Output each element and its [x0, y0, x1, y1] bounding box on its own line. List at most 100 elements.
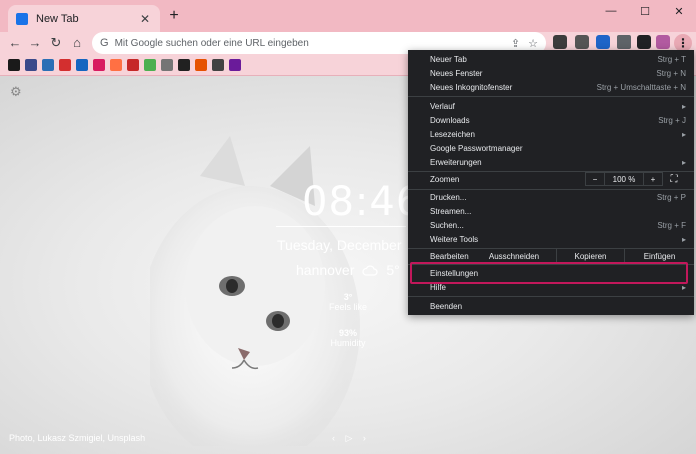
tab-title: New Tab — [36, 12, 79, 25]
bm-14-icon[interactable] — [229, 58, 241, 71]
menu-item-verlauf[interactable]: Verlauf ▸ — [408, 100, 694, 112]
extension-2-icon[interactable] — [575, 35, 589, 49]
menu-shortcut: Strg + F — [657, 220, 686, 230]
menu-edit-row: Bearbeiten Ausschneiden Kopieren Einfüge… — [408, 249, 694, 263]
menu-item-downloads[interactable]: Downloads Strg + J — [408, 114, 694, 126]
menu-item-streamen[interactable]: Streamen... — [408, 205, 694, 217]
menu-shortcut: Strg + N — [656, 68, 686, 78]
bm-9-icon[interactable] — [144, 58, 156, 71]
side-panel-icon[interactable] — [637, 35, 651, 49]
menu-shortcut: Strg + P — [656, 192, 686, 202]
cut-button[interactable]: Ausschneiden — [472, 249, 556, 263]
menu-item-neuer-tab[interactable]: Neuer Tab Strg + T — [408, 53, 694, 65]
window-controls: — ☐ ✕ — [594, 0, 696, 22]
menu-label: Downloads — [430, 115, 470, 125]
menu-item-lesezeichen[interactable]: Lesezeichen ▸ — [408, 128, 694, 140]
humidity-label: Humidity — [330, 338, 366, 348]
close-window-button[interactable]: ✕ — [662, 0, 696, 22]
back-button[interactable]: ← — [6, 34, 24, 52]
bm-13-icon[interactable] — [212, 58, 224, 71]
menu-label: Suchen... — [430, 220, 464, 230]
new-tab-favicon-icon — [16, 12, 28, 25]
menu-item-beenden[interactable]: Beenden — [408, 300, 694, 312]
bookmark-star-icon[interactable]: ☆ — [528, 37, 538, 50]
feels-like-value: 3° — [343, 292, 353, 302]
menu-item-weitere-tools[interactable]: Weitere Tools ▸ — [408, 233, 694, 245]
share-icon[interactable]: ⇪ — [511, 37, 520, 50]
zoom-controls: − 100 % + ⛶ — [585, 172, 685, 186]
edit-label: Bearbeiten — [430, 251, 469, 261]
menu-label: Neues Fenster — [430, 68, 483, 78]
menu-shortcut: Strg + T — [657, 54, 686, 64]
google-g-icon: G — [100, 37, 109, 49]
tab-close-icon[interactable]: ✕ — [138, 12, 152, 26]
menu-label: Neuer Tab — [430, 54, 467, 64]
feels-like-stat: 3° Feels like — [318, 292, 378, 312]
bm-4-icon[interactable] — [59, 58, 71, 71]
bm-6-icon[interactable] — [93, 58, 105, 71]
menu-label: Google Passwortmanager — [430, 143, 523, 153]
bm-12-icon[interactable] — [195, 58, 207, 71]
zoom-out-button[interactable]: − — [585, 172, 605, 186]
extensions-puzzle-icon[interactable] — [617, 35, 631, 49]
menu-label: Streamen... — [430, 206, 472, 216]
photo-nav-controls[interactable]: ‹ ▷ › — [332, 433, 370, 444]
bm-10-icon[interactable] — [161, 58, 173, 71]
humidity-stat: 93% Humidity — [318, 328, 378, 348]
settings-highlight-box — [410, 262, 688, 284]
menu-separator — [408, 296, 694, 297]
new-tab-button[interactable]: + — [165, 7, 183, 25]
submenu-arrow-icon: ▸ — [681, 234, 686, 244]
date-label: Tuesday, December — [277, 237, 402, 253]
submenu-arrow-icon: ▸ — [681, 101, 686, 111]
tab-strip: New Tab ✕ + — ☐ ✕ — [0, 0, 696, 32]
bm-8-icon[interactable] — [127, 58, 139, 71]
bm-7-icon[interactable] — [110, 58, 122, 71]
cat-photo — [150, 136, 360, 446]
menu-item-erweiterungen[interactable]: Erweiterungen ▸ — [408, 156, 694, 168]
menu-item-inkognito[interactable]: Neues Inkognitofenster Strg + Umschaltta… — [408, 81, 694, 93]
menu-item-suchen[interactable]: Suchen... Strg + F — [408, 219, 694, 231]
menu-label: Drucken... — [430, 192, 467, 202]
bm-2-icon[interactable] — [25, 58, 37, 71]
zoom-in-button[interactable]: + — [643, 172, 663, 186]
humidity-value: 93% — [338, 328, 357, 338]
menu-label: Verlauf — [430, 101, 455, 111]
menu-item-passwortmanager[interactable]: Google Passwortmanager — [408, 142, 694, 154]
menu-item-drucken[interactable]: Drucken... Strg + P — [408, 191, 694, 203]
menu-label: Weitere Tools — [430, 234, 479, 244]
cloud-icon — [362, 265, 378, 276]
photo-credit[interactable]: Photo, Lukasz Szmigiel, Unsplash — [9, 433, 145, 443]
menu-label: Neues Inkognitofenster — [430, 82, 513, 92]
clock-divider — [276, 226, 406, 227]
paste-button[interactable]: Einfügen — [624, 249, 694, 263]
bm-3-icon[interactable] — [42, 58, 54, 71]
city-label: hannover — [296, 262, 355, 278]
settings-gear-icon[interactable]: ⚙ — [10, 84, 22, 100]
zoom-value: 100 % — [605, 172, 643, 186]
bm-1-icon[interactable] — [8, 58, 20, 71]
omnibox-placeholder: Mit Google suchen oder eine URL eingeben — [114, 37, 309, 49]
fullscreen-icon[interactable]: ⛶ — [663, 172, 685, 186]
reload-button[interactable]: ↻ — [47, 34, 65, 52]
tab-new-tab[interactable]: New Tab ✕ — [8, 5, 160, 32]
menu-label: Erweiterungen — [430, 157, 482, 167]
temperature-label: 5° — [386, 262, 400, 278]
home-button[interactable]: ⌂ — [68, 34, 86, 52]
menu-item-neues-fenster[interactable]: Neues Fenster Strg + N — [408, 67, 694, 79]
feels-like-label: Feels like — [328, 302, 367, 312]
extension-3-icon[interactable] — [596, 35, 610, 49]
weather: hannover 5° — [296, 262, 400, 278]
menu-label: Beenden — [430, 301, 463, 311]
menu-shortcut: Strg + J — [658, 115, 686, 125]
bm-11-icon[interactable] — [178, 58, 190, 71]
profile-avatar-icon[interactable] — [656, 35, 670, 49]
forward-button[interactable]: → — [26, 34, 44, 52]
minimize-button[interactable]: — — [594, 0, 628, 22]
clock: 08:46 — [302, 179, 423, 225]
copy-button[interactable]: Kopieren — [556, 249, 624, 263]
submenu-arrow-icon: ▸ — [681, 157, 686, 167]
extension-1-icon[interactable] — [553, 35, 567, 49]
bm-5-icon[interactable] — [76, 58, 88, 71]
maximize-button[interactable]: ☐ — [628, 0, 662, 22]
